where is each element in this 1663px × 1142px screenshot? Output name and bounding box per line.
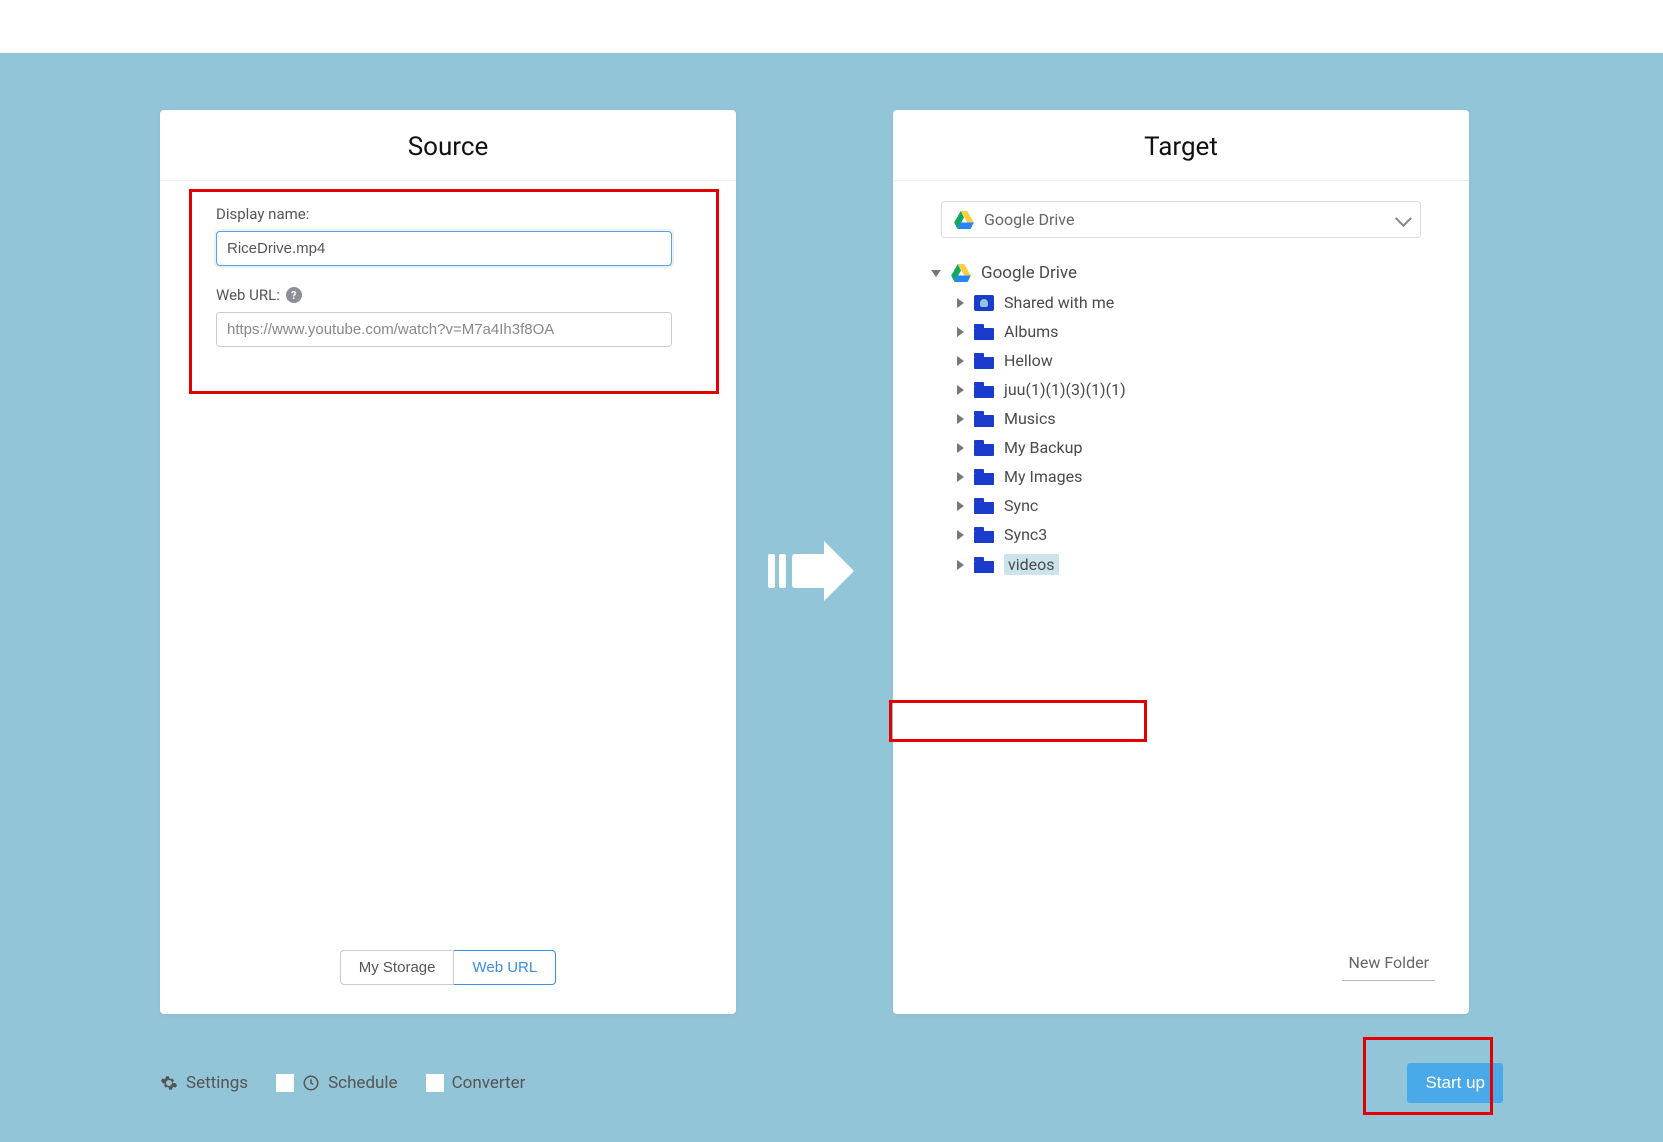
tree-item-my-backup[interactable]: My Backup xyxy=(953,433,1439,462)
transfer-arrow-icon xyxy=(768,541,854,601)
tree-item-videos[interactable]: videos xyxy=(953,549,1439,580)
folder-icon xyxy=(974,411,994,427)
folder-icon xyxy=(974,498,994,514)
settings-button[interactable]: Settings xyxy=(160,1073,248,1093)
expander-closed-icon[interactable] xyxy=(957,298,964,308)
tree-item-label: juu(1)(1)(3)(1)(1) xyxy=(1004,380,1126,399)
tree-item-label: Sync3 xyxy=(1004,525,1047,544)
tree-item-label: Albums xyxy=(1004,322,1058,341)
tree-item-label: My Backup xyxy=(1004,438,1082,457)
top-whitespace xyxy=(0,0,1663,53)
schedule-toggle[interactable]: Schedule xyxy=(276,1073,397,1093)
tree-item-my-images[interactable]: My Images xyxy=(953,462,1439,491)
expander-closed-icon[interactable] xyxy=(957,501,964,511)
folder-icon xyxy=(974,382,994,398)
expander-closed-icon[interactable] xyxy=(957,472,964,482)
web-url-input[interactable] xyxy=(216,312,672,347)
tab-web-url[interactable]: Web URL xyxy=(454,950,556,985)
new-folder-button[interactable]: New Folder xyxy=(1342,953,1435,981)
converter-checkbox[interactable] xyxy=(426,1074,444,1092)
folder-icon xyxy=(974,557,994,573)
tree-item-juu-1-1-3-1-1-[interactable]: juu(1)(1)(3)(1)(1) xyxy=(953,375,1439,404)
source-panel: Source Display name: Web URL: ? My Stora… xyxy=(160,110,736,1014)
tree-item-label: Sync xyxy=(1004,496,1038,515)
folder-icon xyxy=(974,324,994,340)
target-drive-dropdown[interactable]: Google Drive xyxy=(941,201,1421,238)
target-body: Google Drive Google Drive Shared with me… xyxy=(893,181,1469,1015)
bottom-bar: Settings Schedule Converter Start up xyxy=(160,1063,1503,1103)
converter-toggle[interactable]: Converter xyxy=(426,1073,526,1093)
display-name-input[interactable] xyxy=(216,231,672,266)
expander-closed-icon[interactable] xyxy=(957,356,964,366)
clock-icon xyxy=(302,1074,320,1092)
tree-item-hellow[interactable]: Hellow xyxy=(953,346,1439,375)
tree-item-label: videos xyxy=(1004,554,1059,575)
folder-icon xyxy=(974,469,994,485)
tree-item-label: My Images xyxy=(1004,467,1082,486)
start-up-button[interactable]: Start up xyxy=(1407,1063,1503,1103)
expander-closed-icon[interactable] xyxy=(957,530,964,540)
shared-folder-icon xyxy=(974,295,994,311)
tree-item-label: Musics xyxy=(1004,409,1056,428)
bottom-left-controls: Settings Schedule Converter xyxy=(160,1073,525,1093)
web-url-label: Web URL: ? xyxy=(216,286,702,304)
main-area: Source Display name: Web URL: ? My Stora… xyxy=(0,53,1663,1142)
expander-closed-icon[interactable] xyxy=(957,385,964,395)
expander-closed-icon[interactable] xyxy=(957,327,964,337)
expander-closed-icon[interactable] xyxy=(957,560,964,570)
target-dropdown-label: Google Drive xyxy=(984,210,1074,229)
tree-item-label: Hellow xyxy=(1004,351,1053,370)
web-url-label-text: Web URL: xyxy=(216,286,280,304)
tree-item-sync[interactable]: Sync xyxy=(953,491,1439,520)
target-title: Target xyxy=(893,110,1469,181)
google-drive-icon xyxy=(954,211,974,229)
source-body: Display name: Web URL: ? My Storage Web … xyxy=(160,181,736,1015)
tree-item-sync3[interactable]: Sync3 xyxy=(953,520,1439,549)
tree-root[interactable]: Google Drive xyxy=(927,258,1439,288)
google-drive-icon xyxy=(951,264,971,282)
chevron-down-icon xyxy=(1395,210,1412,227)
source-tabs: My Storage Web URL xyxy=(160,950,736,985)
schedule-label: Schedule xyxy=(328,1073,397,1093)
help-icon[interactable]: ? xyxy=(286,287,302,303)
gear-icon xyxy=(160,1074,178,1092)
tab-my-storage[interactable]: My Storage xyxy=(340,950,455,985)
target-panel: Target Google Drive Google Drive xyxy=(893,110,1469,1014)
tree-item-label: Shared with me xyxy=(1004,293,1114,312)
tree-root-label: Google Drive xyxy=(981,263,1077,283)
settings-label: Settings xyxy=(186,1073,248,1093)
expander-closed-icon[interactable] xyxy=(957,414,964,424)
display-name-label: Display name: xyxy=(216,205,702,223)
folder-icon xyxy=(974,527,994,543)
folder-icon xyxy=(974,440,994,456)
tree-item-albums[interactable]: Albums xyxy=(953,317,1439,346)
folder-icon xyxy=(974,353,994,369)
folder-tree: Google Drive Shared with me Albums Hellow j… xyxy=(927,258,1439,580)
converter-label: Converter xyxy=(452,1073,526,1093)
schedule-checkbox[interactable] xyxy=(276,1074,294,1092)
expander-closed-icon[interactable] xyxy=(957,443,964,453)
expander-open-icon[interactable] xyxy=(931,270,941,277)
tree-item-shared-with-me[interactable]: Shared with me xyxy=(953,288,1439,317)
source-title: Source xyxy=(160,110,736,181)
tree-item-musics[interactable]: Musics xyxy=(953,404,1439,433)
